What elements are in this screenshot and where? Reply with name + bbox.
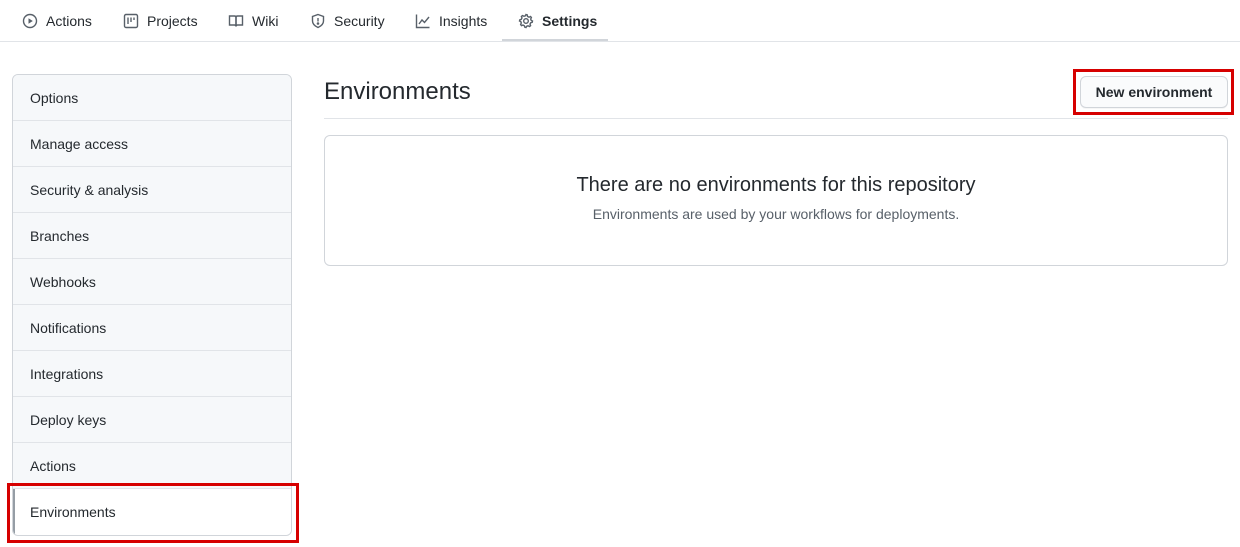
sidebar-item-branches[interactable]: Branches — [13, 213, 291, 259]
sidebar-item-options[interactable]: Options — [13, 75, 291, 121]
settings-sidebar: Options Manage access Security & analysi… — [12, 74, 292, 536]
book-icon — [228, 15, 244, 27]
tab-wiki-label: Wiki — [252, 13, 279, 29]
sidebar-item-security-analysis[interactable]: Security & analysis — [13, 167, 291, 213]
gear-icon — [518, 13, 534, 29]
title-divider — [324, 118, 1228, 119]
play-icon — [22, 13, 38, 29]
selected-tab-underline — [502, 39, 608, 41]
tab-settings-label: Settings — [542, 13, 598, 29]
sidebar-item-webhooks[interactable]: Webhooks — [13, 259, 291, 305]
sidebar-item-notifications[interactable]: Notifications — [13, 305, 291, 351]
tab-projects-label: Projects — [147, 13, 198, 29]
tab-insights[interactable]: Insights — [413, 0, 489, 42]
sidebar-item-deploy-keys[interactable]: Deploy keys — [13, 397, 291, 443]
tab-actions[interactable]: Actions — [20, 0, 94, 42]
tab-security-label: Security — [334, 13, 385, 29]
tab-insights-label: Insights — [439, 13, 488, 29]
new-environment-highlight-box — [1073, 69, 1234, 115]
blankslate-heading: There are no environments for this repos… — [576, 174, 976, 196]
page-title: Environments — [324, 78, 471, 105]
graph-icon — [415, 14, 430, 29]
sidebar-item-manage-access[interactable]: Manage access — [13, 121, 291, 167]
tab-actions-label: Actions — [46, 13, 92, 29]
blankslate-description: Environments are used by your workflows … — [592, 206, 960, 222]
tab-security[interactable]: Security — [308, 0, 387, 42]
tab-wiki[interactable]: Wiki — [226, 0, 280, 42]
sidebar-item-integrations[interactable]: Integrations — [13, 351, 291, 397]
tab-projects[interactable]: Projects — [121, 0, 200, 42]
project-icon — [123, 13, 139, 29]
tab-settings[interactable]: Settings — [516, 0, 599, 42]
blankslate: There are no environments for this repos… — [324, 135, 1228, 266]
shield-icon — [311, 13, 325, 29]
environments-highlight-box — [7, 483, 299, 543]
repo-nav: Actions Projects Wiki Security Insights … — [0, 0, 1240, 42]
